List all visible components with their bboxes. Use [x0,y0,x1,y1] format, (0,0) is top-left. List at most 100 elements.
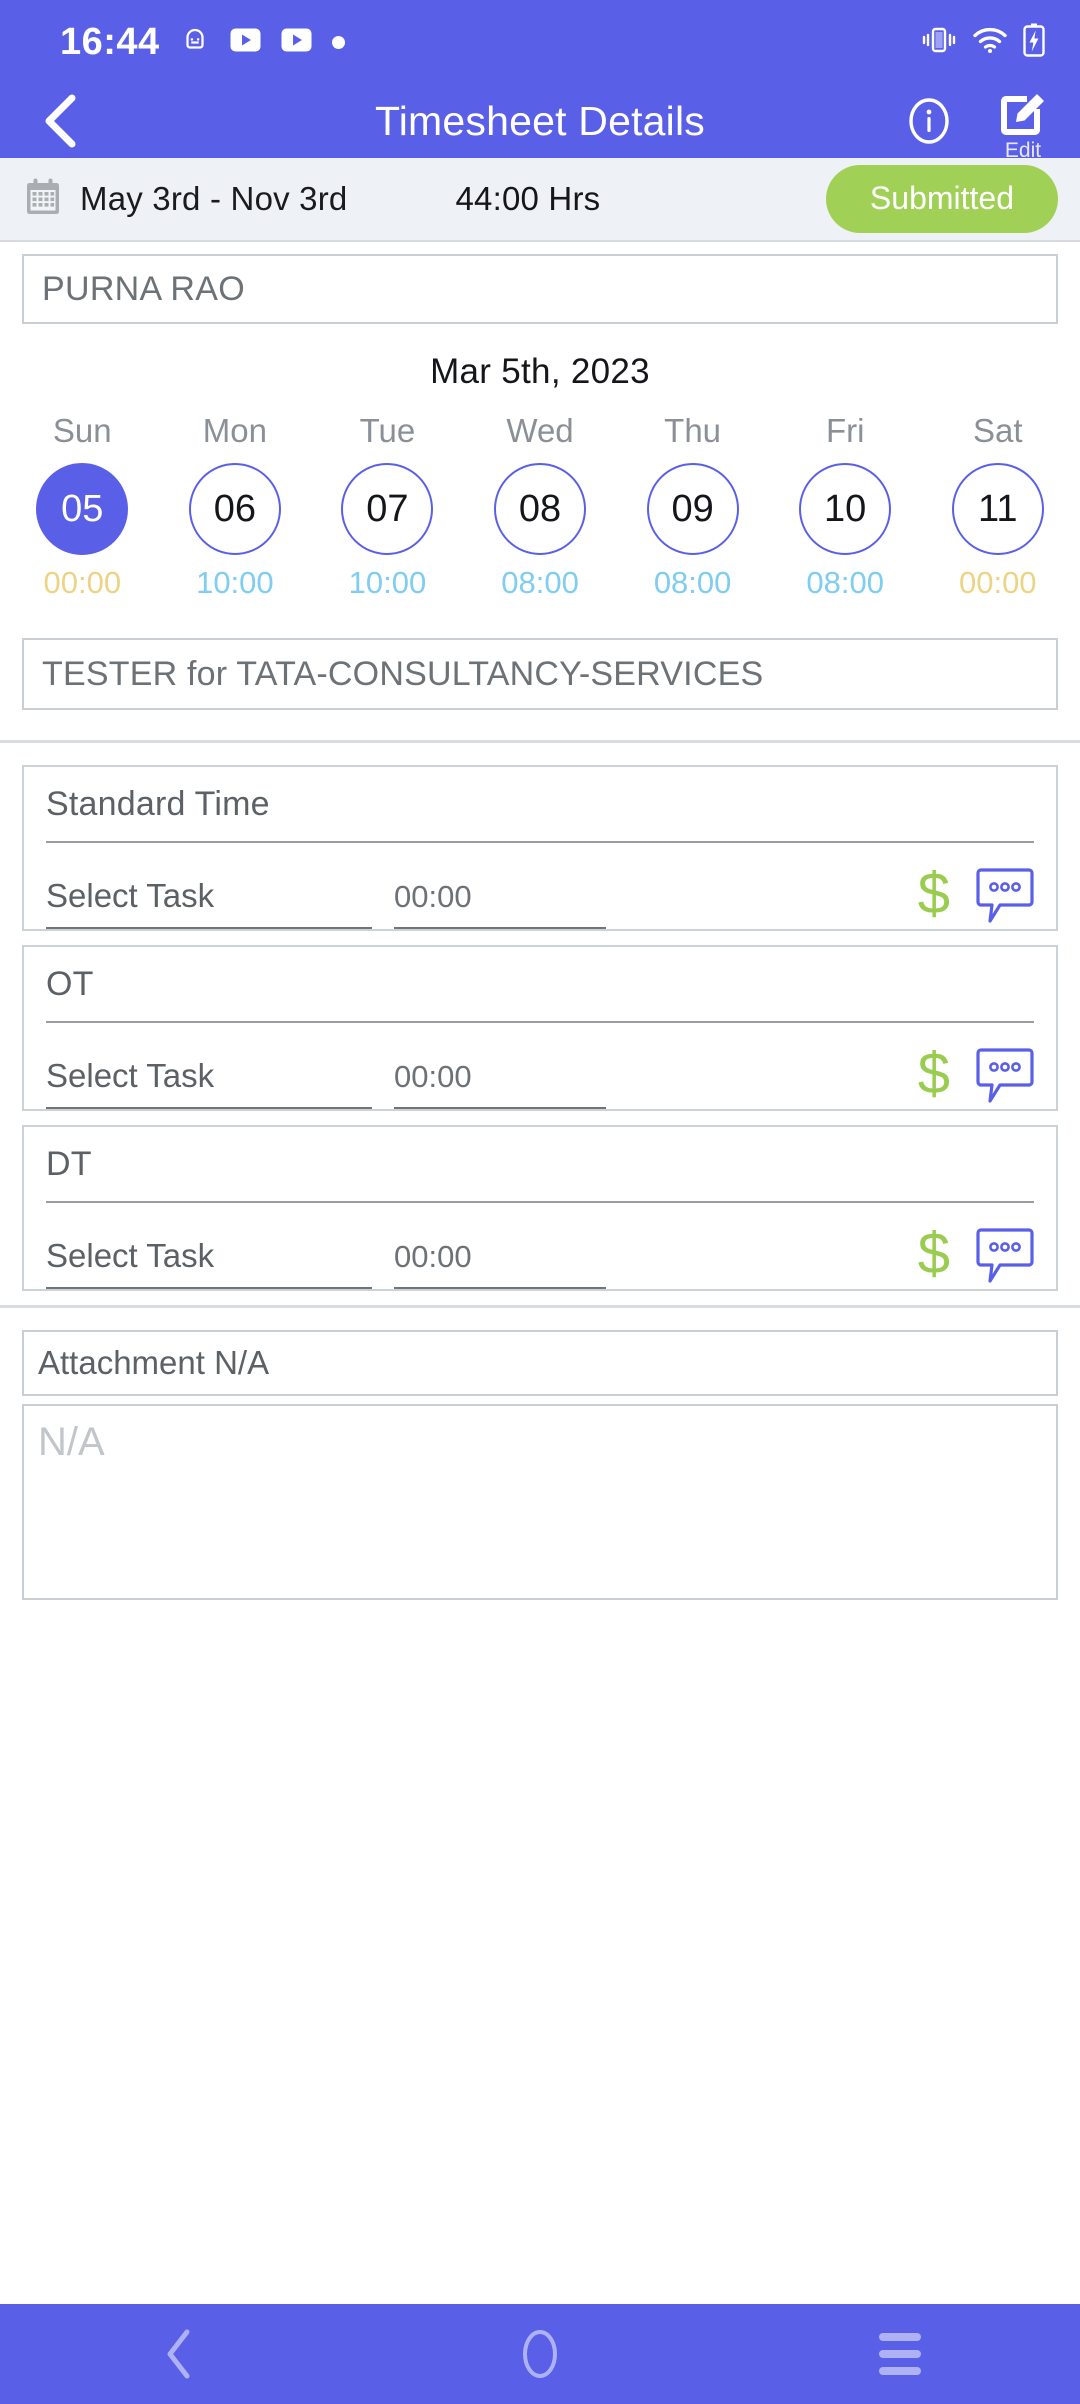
nav-home-button[interactable] [470,2304,610,2404]
comment-bubble-icon[interactable] [976,1225,1034,1285]
summary-period-text: May 3rd - Nov 3rd [80,180,348,217]
entry-actions: $ [918,865,1034,929]
calendar-day-name: Wed [506,412,574,449]
time-card-title: OT [46,964,94,1003]
calendar-day-number[interactable]: 10 [799,463,892,555]
time-card-entry-row: Select Task 00:00 $ [46,1023,1034,1109]
calendar-day-wed[interactable]: Wed 08 08:00 [464,412,617,601]
time-card-header: OT [46,947,1034,1023]
task-select[interactable]: Select Task [46,1237,372,1289]
back-button[interactable] [24,83,100,159]
edit-button[interactable]: Edit [996,80,1050,162]
calendar-day-number[interactable]: 09 [646,463,739,555]
time-entry-cards: Standard Time Select Task 00:00 $ OT Select T… [0,743,1080,1305]
employee-name-field[interactable]: PURNA RAO [22,254,1058,324]
calendar-day-number[interactable]: 06 [188,463,281,555]
timesheet-summary-bar: May 3rd - Nov 3rd 44:00 Hrs Submitted [0,158,1080,242]
assignment-field[interactable]: TESTER for TATA-CONSULTANCY-SERVICES [22,638,1058,710]
youtube-icon [281,28,312,57]
app-bar-actions: Edit [904,80,1050,162]
status-clock: 16:44 [60,20,160,63]
task-select-placeholder: Select Task [46,877,215,914]
attachment-section: Attachment N/A N/A [0,1308,1080,1600]
time-card: Standard Time Select Task 00:00 $ [22,765,1058,931]
dollar-icon[interactable]: $ [918,1225,950,1285]
comment-bubble-icon[interactable] [976,865,1034,925]
week-day-list: Sun 05 00:00 Mon 06 10:00 Tue 07 10:00 Wed 08 08:00… [0,412,1080,601]
time-card: DT Select Task 00:00 $ [22,1125,1058,1291]
vibrate-icon [920,25,958,60]
entry-actions: $ [918,1045,1034,1109]
comment-bubble-icon[interactable] [976,1045,1034,1105]
time-card-header: Standard Time [46,767,1034,843]
calendar-day-fri[interactable]: Fri 10 08:00 [769,412,922,601]
task-select[interactable]: Select Task [46,877,372,929]
page-filler [0,1600,1080,2304]
edit-pencil-square-icon [1001,94,1044,135]
nav-recents-button[interactable] [830,2304,970,2404]
task-select[interactable]: Select Task [46,1057,372,1109]
info-button[interactable] [904,96,954,146]
attachment-label-box[interactable]: Attachment N/A [22,1330,1058,1396]
assignment-value: TESTER for TATA-CONSULTANCY-SERVICES [42,654,764,693]
calendar-day-thu[interactable]: Thu 09 08:00 [616,412,769,601]
calendar-day-mon[interactable]: Mon 06 10:00 [159,412,312,601]
calendar-day-name: Thu [664,412,722,449]
calendar-day-hours: 08:00 [806,565,884,600]
duration-value: 00:00 [394,879,472,914]
calendar-day-hours: 10:00 [348,565,427,600]
attachment-placeholder: N/A [38,1420,105,1464]
edit-button-label: Edit [1004,139,1042,162]
employee-name-wrap: PURNA RAO [0,242,1080,324]
app-root: 16:44 Timesheet Details Edit May 3rd - N… [0,0,1080,2404]
selected-date-label: Mar 5th, 2023 [430,352,650,391]
task-select-placeholder: Select Task [46,1057,215,1094]
system-nav-bar [0,2304,1080,2404]
time-card: OT Select Task 00:00 $ [22,945,1058,1111]
task-select-placeholder: Select Task [46,1237,215,1274]
calendar-day-hours: 08:00 [501,565,579,600]
battery-charging-icon [1022,23,1046,62]
calendar-day-hours: 00:00 [958,565,1037,600]
calendar-day-name: Sat [972,412,1023,449]
calendar-day-name: Sun [52,412,112,449]
duration-input[interactable]: 00:00 [394,879,606,929]
calendar-day-name: Fri [825,412,865,449]
app-bar: Timesheet Details Edit [0,83,1080,162]
dollar-icon[interactable]: $ [918,1045,950,1105]
employee-name-value: PURNA RAO [42,269,245,308]
system-status-bar: 16:44 [0,0,1080,84]
attachment-body[interactable]: N/A [22,1404,1058,1600]
calendar-day-sun[interactable]: Sun 05 00:00 [6,412,159,601]
duration-input[interactable]: 00:00 [394,1239,606,1289]
circle-home-icon [523,2330,557,2378]
calendar-day-number[interactable]: 07 [341,463,434,555]
calendar-day-name: Tue [359,412,416,449]
wifi-icon [972,26,1008,59]
time-card-entry-row: Select Task 00:00 $ [46,843,1034,929]
calendar-icon [24,177,62,222]
entry-actions: $ [918,1225,1034,1289]
duration-input[interactable]: 00:00 [394,1059,606,1109]
time-card-header: DT [46,1127,1034,1203]
calendar-day-tue[interactable]: Tue 07 10:00 [311,412,464,601]
time-card-entry-row: Select Task 00:00 $ [46,1203,1034,1289]
dollar-icon[interactable]: $ [918,865,950,925]
status-badge[interactable]: Submitted [825,165,1058,233]
nav-back-button[interactable] [110,2304,250,2404]
period-group[interactable]: May 3rd - Nov 3rd [24,177,347,222]
calendar-day-number[interactable]: 08 [494,463,587,555]
assignment-wrap: TESTER for TATA-CONSULTANCY-SERVICES [0,605,1080,740]
time-card-title: DT [46,1144,92,1183]
week-calendar-strip: Mar 5th, 2023 Sun 05 00:00 Mon 06 10:00 Tue 07 1… [0,324,1080,605]
calendar-day-number[interactable]: 05 [36,463,129,555]
calendar-day-hours: 08:00 [653,565,732,600]
calendar-day-sat[interactable]: Sat 11 00:00 [921,412,1074,601]
calendar-day-number[interactable]: 11 [951,463,1044,555]
dot-icon [331,35,345,49]
duration-value: 00:00 [394,1059,472,1094]
android-debug-icon [180,25,210,60]
status-bar-right [920,23,1046,62]
time-card-title: Standard Time [46,784,270,823]
hamburger-recents-icon [879,2333,921,2375]
